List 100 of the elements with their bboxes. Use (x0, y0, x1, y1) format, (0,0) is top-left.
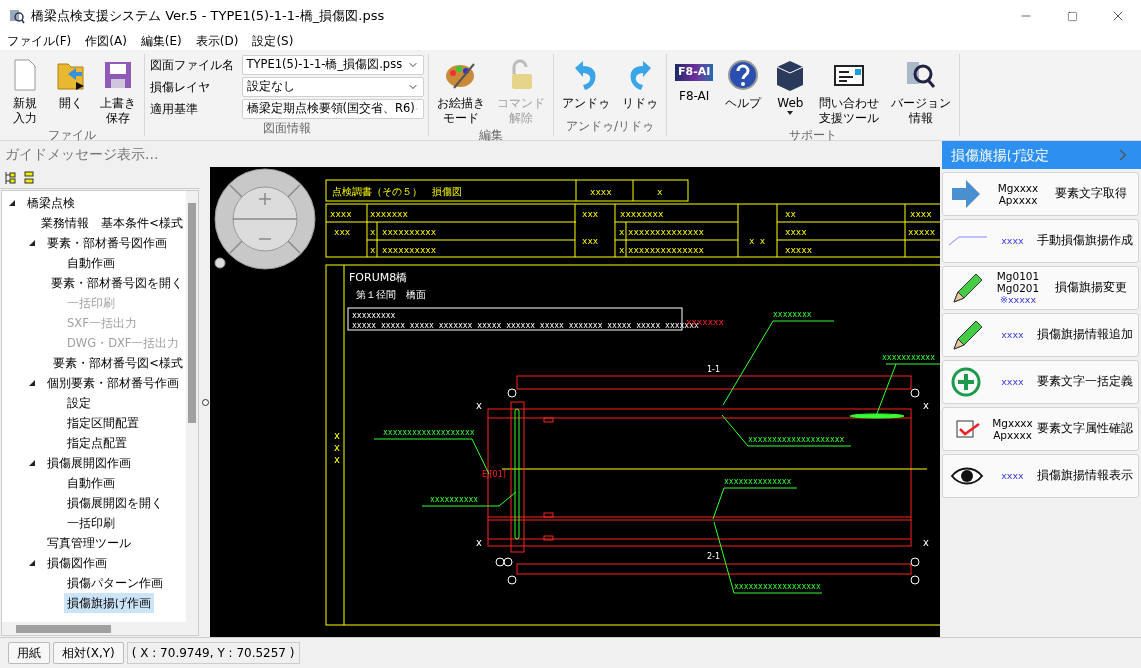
tree-item[interactable]: 業務情報 基本条件<様式 (38, 213, 186, 233)
ribbon-button[interactable]: バージョン 情報 (887, 54, 956, 126)
button-label: コマンド (497, 96, 545, 111)
damage-label: xxxxxxxxxx (430, 495, 479, 504)
tree-item[interactable]: 一括印刷 (64, 513, 118, 533)
menu-item[interactable]: 表示(D) (195, 32, 239, 50)
cross-mark: x (476, 537, 482, 548)
ribbon-button[interactable]: リドゥ (618, 54, 662, 111)
info-cell: xxx (582, 236, 599, 246)
expander-icon[interactable] (28, 559, 36, 567)
dropdown-field[interactable]: 橋梁定期点検要領(国交省、R6) (241, 99, 424, 119)
button-label: ヘルプ (725, 96, 762, 111)
status-button[interactable]: 用紙 (8, 642, 50, 664)
tree-item[interactable]: 損傷展開図作画 (44, 453, 134, 473)
tool-button[interactable]: Mgxxxx Apxxxx 要素文字取得 (942, 172, 1139, 216)
dropdown-field[interactable]: TYPE1(5)-1-1-橋_損傷図.pss (241, 55, 424, 75)
tree-item[interactable]: 設定 (64, 393, 94, 413)
tree-item[interactable]: 自動作画 (64, 473, 118, 493)
ribbon-button[interactable]: お絵描き モード (433, 54, 489, 126)
info-cell: xxx (582, 209, 599, 219)
side-mark: x x x (334, 430, 340, 465)
info-cell: xxxxxxx (370, 209, 408, 219)
ribbon-button[interactable]: F8-AI F8-AI (671, 54, 718, 104)
tree-item[interactable]: 損傷旗揚げ作画 (64, 593, 154, 613)
expander-icon[interactable] (28, 459, 36, 467)
tool-button[interactable]: xxxx 要素文字一括定義 (942, 360, 1139, 404)
tree-item[interactable]: 指定点配置 (64, 433, 130, 453)
tree-item[interactable]: 自動作画 (64, 253, 118, 273)
leader-line (875, 363, 940, 417)
button-label: F8-AI (679, 88, 710, 104)
ribbon-button[interactable]: 上書き 保存 (96, 54, 140, 126)
ribbon-button[interactable]: アンドゥ (558, 54, 614, 111)
tree-item[interactable]: 橋梁点検 (24, 193, 78, 213)
tree-item[interactable]: 写真管理ツール (44, 533, 134, 553)
button-label: 新規 (13, 96, 37, 111)
tool-button[interactable]: xxxx 手動損傷旗揚作成 (942, 219, 1139, 263)
tool-button[interactable]: xxxx 損傷旗揚情報表示 (942, 454, 1139, 498)
tree-item[interactable]: 個別要素・部材番号作画 (44, 373, 182, 393)
span-title: 第１径間 橋面 (356, 289, 426, 300)
tree-item[interactable]: 損傷展開図を開く (64, 493, 166, 513)
splitter-handle[interactable] (201, 398, 209, 406)
zoom-dial[interactable] (214, 168, 316, 270)
menu-item[interactable]: 編集(E) (140, 32, 182, 50)
ribbon-button[interactable]: 新規 入力 (4, 54, 46, 126)
button-label: Web (777, 96, 804, 111)
sheet-title: 点検調書（その５） 損傷図 (332, 186, 462, 197)
tree-item[interactable]: 要素・部材番号図を開く (48, 273, 186, 293)
ribbon-button[interactable]: Web (769, 54, 812, 115)
bridge-name: FORUM8橋 (349, 271, 408, 284)
icon-caption: Mgxxxx Apxxxx (991, 417, 1034, 441)
info-cell: xxxx (330, 209, 352, 219)
collapse-tree-icon[interactable] (23, 170, 36, 185)
ribbon-button[interactable]: ヘルプ (721, 54, 766, 111)
tree-item[interactable]: 要素・部材番号図<様式 (50, 353, 186, 373)
coordinates-readout: ( X : 70.9749, Y : 70.5257 ) (126, 642, 300, 664)
tree-item[interactable]: 指定区間配置 (64, 413, 142, 433)
guide-message: ガイドメッセージ表示... (5, 144, 159, 164)
expander-icon[interactable] (28, 239, 36, 247)
icon-caption: xxxx (1000, 376, 1025, 388)
info-cell: xxxxx (785, 245, 813, 255)
horizontal-scrollbar[interactable] (2, 622, 198, 635)
button-label: 保存 (106, 111, 130, 126)
caret-icon (787, 111, 794, 115)
info-cell: xxxxx (908, 227, 936, 237)
button-label: 上書き (100, 96, 136, 111)
button-label: 入力 (13, 111, 37, 126)
help-icon (726, 58, 761, 92)
expand-tree-icon[interactable] (4, 170, 17, 185)
status-button[interactable]: 相対(X,Y) (53, 642, 124, 664)
info-cell: xxxx (910, 209, 932, 219)
menu-item[interactable]: ファイル(F) (7, 32, 72, 50)
cross-mark: x (923, 400, 929, 411)
logo-badge: F8-AI (675, 64, 714, 81)
header-cell: xxxx (590, 187, 612, 197)
group-label: アンドゥ/リドゥ (564, 118, 655, 135)
tree-item[interactable]: 損傷パターン作画 (64, 573, 166, 593)
dropdown-field[interactable]: 設定なし (241, 77, 424, 97)
tree-item[interactable]: 損傷図作画 (44, 553, 110, 573)
app-logo-icon (9, 8, 25, 24)
info-cell: x (619, 227, 625, 237)
expander-icon[interactable] (28, 379, 36, 387)
info-cell: x (370, 227, 376, 237)
ribbon-button[interactable]: 問い合わせ 支援ツール (815, 54, 884, 126)
maximize-icon (1066, 10, 1078, 22)
leader-line-icon (948, 236, 988, 246)
tree-item[interactable]: 要素・部材番号図作画 (44, 233, 170, 253)
expander-icon[interactable] (8, 199, 16, 207)
button-label: 支援ツール (819, 111, 880, 126)
info-cell: xxxx (785, 227, 807, 237)
tool-button[interactable]: Mg0101 Mg0201 ※xxxxx 損傷旗揚変更 (942, 266, 1139, 310)
menu-item[interactable]: 作図(A) (85, 32, 127, 50)
button-label: リドゥ (622, 96, 658, 111)
info-cell: xxxxxxxxxxxxxx (628, 227, 704, 237)
ribbon-button[interactable]: 開く (50, 54, 92, 111)
icon-caption: xxxx (1000, 470, 1025, 482)
tool-button[interactable]: xxxx 損傷旗揚情報追加 (942, 313, 1139, 357)
menu-item[interactable]: 設定(S) (252, 32, 294, 50)
cross-mark: x (923, 537, 929, 548)
damage-label: xxxxxxxxxxxxxx (724, 477, 792, 486)
vertical-scrollbar[interactable] (186, 191, 198, 622)
